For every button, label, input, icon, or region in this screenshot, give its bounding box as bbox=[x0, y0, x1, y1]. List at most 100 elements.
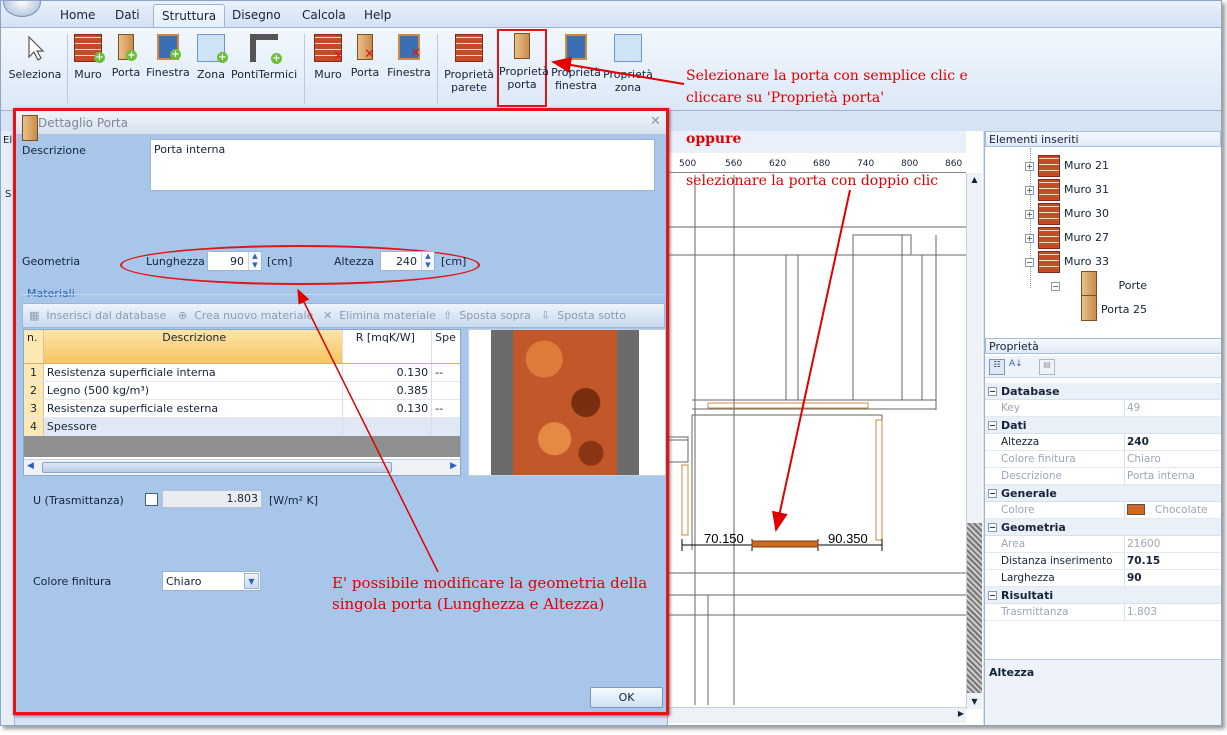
property-group[interactable]: − Database bbox=[985, 383, 1221, 400]
tree-item-muro[interactable]: + Muro 21 bbox=[1025, 154, 1147, 178]
tree-item-porta-25[interactable]: Porta 25 bbox=[1025, 295, 1147, 322]
collapse-toggle-icon[interactable]: − bbox=[988, 523, 997, 532]
proprieta-parete-button[interactable]: Proprietà parete bbox=[443, 32, 495, 106]
property-help-title: Altezza bbox=[989, 666, 1035, 679]
descrizione-field[interactable]: Porta interna bbox=[150, 139, 655, 191]
property-row[interactable]: Descrizione Porta interna bbox=[985, 468, 1221, 485]
left-strip-label-b: S bbox=[5, 189, 12, 200]
sposta-sopra-button[interactable]: ⇧ Sposta sopra bbox=[443, 307, 531, 325]
canvas-horizontal-scrollbar[interactable]: ▶ bbox=[668, 707, 966, 723]
table-row[interactable]: 4 Spessore bbox=[24, 418, 460, 436]
menu-disegno[interactable]: Disegno bbox=[224, 4, 289, 27]
proprieta-parete-label-1: Proprietà bbox=[444, 68, 494, 81]
window-add-icon: + bbox=[157, 34, 181, 60]
spin-arrows-icon[interactable]: ▲ ▼ bbox=[421, 252, 434, 270]
proprieta-zona-button[interactable]: Proprietà zona bbox=[603, 32, 653, 106]
property-value-text: 240 bbox=[1127, 436, 1149, 448]
menu-calcola[interactable]: Calcola bbox=[294, 4, 354, 27]
sort-az-icon[interactable]: A↓ bbox=[1009, 359, 1025, 375]
door-icon bbox=[1081, 271, 1098, 297]
property-row[interactable]: Colore finitura Chiaro bbox=[985, 451, 1221, 468]
property-group[interactable]: − Dati bbox=[985, 417, 1221, 434]
tree-item-muro[interactable]: + Muro 31 bbox=[1025, 178, 1147, 202]
property-group[interactable]: − Generale bbox=[985, 485, 1221, 502]
menu-dati[interactable]: Dati bbox=[107, 4, 148, 27]
sposta-sotto-button[interactable]: ⇩ Sposta sotto bbox=[541, 307, 626, 325]
table-row[interactable]: 3 Resistenza superficiale esterna 0.130 -- bbox=[24, 400, 460, 418]
right-panels: Elementi inseriti + Muro 21 + Muro 31 + Mur… bbox=[984, 131, 1221, 725]
insert-finestra-button[interactable]: + Finestra bbox=[146, 32, 190, 106]
delete-muro-button[interactable]: ✕ Muro bbox=[311, 32, 345, 106]
menu-struttura[interactable]: Struttura bbox=[153, 4, 226, 27]
ribbon-separator bbox=[304, 34, 305, 104]
insert-porta-button[interactable]: + Porta bbox=[109, 32, 143, 106]
row-descrizione: Resistenza superficiale interna bbox=[44, 364, 343, 381]
inserisci-button[interactable]: ▦ Inserisci dal database bbox=[29, 307, 166, 325]
chevron-down-icon[interactable]: ▼ bbox=[244, 573, 259, 589]
tree-item-muro[interactable]: + Muro 30 bbox=[1025, 202, 1147, 226]
proprieta-zona-label-1: Proprietà bbox=[603, 68, 653, 81]
property-row[interactable]: Key 49 bbox=[985, 400, 1221, 417]
delete-finestra-button[interactable]: ✕ Finestra bbox=[386, 32, 432, 106]
materiali-grid[interactable]: n. Descrizione R [mqK/W] Spe 1 Resistenza… bbox=[23, 329, 461, 476]
menu-home[interactable]: Home bbox=[52, 4, 103, 27]
descrizione-value: Porta interna bbox=[154, 143, 226, 156]
u-label: U (Trasmittanza) bbox=[33, 494, 124, 507]
drawing-canvas[interactable]: 500 560 620 680 740 800 860 70.150 90.35… bbox=[667, 131, 983, 725]
delete-porta-label: Porta bbox=[350, 66, 380, 79]
altezza-stepper[interactable]: 240 ▲ ▼ bbox=[380, 251, 435, 271]
proprieta-finestra-button[interactable]: Proprietà finestra bbox=[550, 32, 602, 106]
spin-arrows-icon[interactable]: ▲ ▼ bbox=[248, 252, 261, 270]
grid-horizontal-scrollbar[interactable]: ◀ ▶ bbox=[24, 459, 460, 475]
collapse-toggle-icon[interactable]: − bbox=[988, 421, 997, 430]
property-pages-icon[interactable]: ▤ bbox=[1039, 359, 1055, 375]
insert-pontitermici-button[interactable]: + PontiTermici bbox=[231, 32, 297, 106]
property-value-text: Porta interna bbox=[1127, 470, 1195, 482]
crea-nuovo-button[interactable]: ⊕ Crea nuovo materiale bbox=[178, 307, 313, 325]
app-orb-button[interactable] bbox=[3, 1, 41, 17]
property-key: Colore bbox=[985, 502, 1125, 518]
property-row[interactable]: Area 21600 bbox=[985, 536, 1221, 553]
collapse-toggle-icon[interactable]: − bbox=[988, 591, 997, 600]
ruler-label: 680 bbox=[813, 159, 831, 169]
property-group[interactable]: − Risultati bbox=[985, 587, 1221, 604]
collapse-toggle-icon[interactable]: − bbox=[988, 387, 997, 396]
property-row[interactable]: Trasmittanza 1.803 bbox=[985, 604, 1221, 621]
expand-toggle[interactable]: + bbox=[1025, 185, 1034, 195]
property-row[interactable]: Larghezza 90 bbox=[985, 570, 1221, 587]
close-icon[interactable]: ✕ bbox=[650, 114, 661, 129]
insert-muro-button[interactable]: + Muro bbox=[71, 32, 105, 106]
property-key: Altezza bbox=[985, 434, 1125, 450]
expand-toggle[interactable]: + bbox=[1025, 161, 1034, 171]
insert-zona-button[interactable]: + Zona bbox=[194, 32, 228, 106]
table-row[interactable]: 1 Resistenza superficiale interna 0.130 -- bbox=[24, 364, 460, 382]
lunghezza-stepper[interactable]: 90 ▲ ▼ bbox=[207, 251, 262, 271]
expand-toggle[interactable]: + bbox=[1025, 233, 1034, 243]
property-value: 240 bbox=[1125, 434, 1149, 450]
expand-toggle[interactable]: + bbox=[1025, 209, 1034, 219]
elimina-button[interactable]: ✕ Elimina materiale bbox=[323, 307, 436, 325]
ok-button[interactable]: OK bbox=[590, 687, 663, 708]
property-row[interactable]: Altezza 240 bbox=[985, 434, 1221, 451]
seleziona-button[interactable]: Seleziona bbox=[7, 32, 63, 106]
property-row[interactable]: Colore Chocolate bbox=[985, 502, 1221, 519]
header-r: R [mqK/W] bbox=[342, 330, 433, 363]
property-group[interactable]: − Geometria bbox=[985, 519, 1221, 536]
proprieta-porta-button[interactable]: Proprietà porta bbox=[497, 29, 549, 107]
canvas-vertical-scrollbar[interactable]: ▲ ▼ bbox=[966, 173, 982, 709]
tree-item-muro[interactable]: + Muro 27 bbox=[1025, 226, 1147, 250]
altezza-value: 240 bbox=[396, 255, 417, 268]
wall-delete-icon: ✕ bbox=[314, 34, 344, 63]
menu-help[interactable]: Help bbox=[356, 4, 399, 27]
u-checkbox[interactable] bbox=[145, 493, 158, 506]
delete-porta-button[interactable]: ✕ Porta bbox=[348, 32, 382, 106]
expand-toggle[interactable]: − bbox=[1025, 257, 1034, 267]
property-row[interactable]: Distanza inserimento 70.15 bbox=[985, 553, 1221, 570]
expand-toggle[interactable]: − bbox=[1051, 281, 1060, 291]
row-descrizione: Legno (500 kg/m³) bbox=[44, 382, 343, 399]
collapse-toggle-icon[interactable]: − bbox=[988, 489, 997, 498]
colore-finitura-select[interactable]: Chiaro ▼ bbox=[162, 571, 261, 591]
categorized-view-icon[interactable]: ☷ bbox=[989, 359, 1005, 375]
ruler-label: 620 bbox=[769, 159, 787, 169]
table-row[interactable]: 2 Legno (500 kg/m³) 0.385 bbox=[24, 382, 460, 400]
